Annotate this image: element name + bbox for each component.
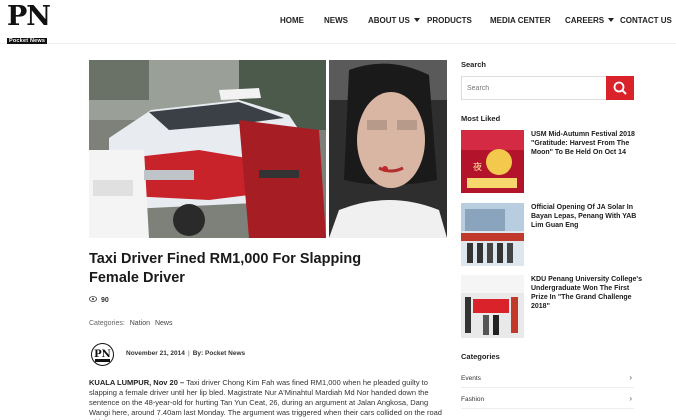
nav-label: MEDIA CENTER (490, 16, 551, 25)
most-liked-item[interactable]: KDU Penang University College's Undergra… (461, 275, 643, 339)
view-count: 90 (88, 296, 109, 304)
search-form (461, 76, 634, 100)
nav-label: NEWS (324, 16, 348, 25)
chevron-down-icon (413, 18, 420, 22)
site-header: PN Pocket News HOME NEWS ABOUT US PRODUC… (0, 0, 676, 44)
most-liked-thumbnail[interactable]: 夜 (461, 130, 524, 193)
lead-location: KUALA LUMPUR, Nov 20 – (89, 378, 185, 387)
logo-subtitle: Pocket News (7, 38, 48, 44)
taxi-crash-image (89, 60, 326, 238)
article-categories: Categories: Nation News (89, 320, 172, 327)
article-photo-taxi (89, 60, 326, 238)
article-meta: November 21, 2014 | By: Pocket News (126, 350, 245, 357)
article-byline: By: Pocket News (192, 350, 246, 357)
search-heading: Search (461, 60, 487, 69)
category-label: Events (461, 375, 481, 382)
search-button[interactable] (606, 76, 634, 100)
meta-separator: | (187, 350, 190, 357)
categories-heading: Categories (461, 352, 500, 361)
nav-item-contact-us[interactable]: CONTACT US (620, 16, 672, 25)
eye-icon (88, 296, 98, 304)
article-photo-victim (329, 60, 447, 238)
categories-label: Categories: (89, 320, 125, 327)
nav-item-media-center[interactable]: MEDIA CENTER (490, 16, 551, 25)
view-count-value: 90 (101, 297, 109, 304)
most-liked-title[interactable]: Official Opening Of JA Solar In Bayan Le… (531, 203, 643, 230)
sidebar-category-fashion[interactable]: Fashion › (461, 393, 634, 409)
author-avatar[interactable]: PN (89, 343, 116, 366)
chevron-right-icon: › (629, 394, 632, 403)
author-row: PN November 21, 2014 | By: Pocket News (89, 343, 429, 367)
nav-label: CONTACT US (620, 16, 672, 25)
most-liked-thumbnail[interactable] (461, 275, 524, 338)
chevron-right-icon: › (629, 373, 632, 382)
most-liked-item[interactable]: Official Opening Of JA Solar In Bayan Le… (461, 203, 641, 267)
category-tag-nation[interactable]: Nation (130, 320, 150, 327)
victim-face-image (329, 60, 447, 238)
nav-item-careers[interactable]: CAREERS (565, 16, 615, 25)
article-body: KUALA LUMPUR, Nov 20 – Taxi driver Chong… (89, 378, 451, 420)
most-liked-title[interactable]: KDU Penang University College's Undergra… (531, 275, 643, 311)
nav-item-products[interactable]: PRODUCTS (427, 16, 472, 25)
most-liked-title[interactable]: USM Mid-Autumn Festival 2018 "Gratitude:… (531, 130, 643, 157)
nav-item-news[interactable]: NEWS (324, 16, 348, 25)
category-tag-news[interactable]: News (155, 320, 173, 327)
svg-text:PN: PN (94, 349, 111, 360)
nav-item-about-us[interactable]: ABOUT US (368, 16, 420, 25)
nav-item-home[interactable]: HOME (280, 16, 304, 25)
article-title: Taxi Driver Fined RM1,000 For Slapping F… (89, 251, 362, 286)
article-date: November 21, 2014 (126, 350, 185, 357)
sidebar-category-events[interactable]: Events › (461, 372, 634, 388)
search-input[interactable] (462, 77, 607, 99)
main-nav: HOME NEWS ABOUT US PRODUCTS MEDIA CENTER… (0, 16, 676, 30)
most-liked-item[interactable]: 夜 USM Mid-Autumn Festival 2018 "Gratitud… (461, 130, 641, 194)
search-icon (613, 81, 627, 95)
most-liked-thumbnail[interactable] (461, 203, 524, 266)
svg-text:夜: 夜 (473, 161, 482, 173)
nav-label: CAREERS (565, 16, 605, 25)
nav-label: PRODUCTS (427, 16, 472, 25)
nav-label: ABOUT US (368, 16, 410, 25)
category-label: Fashion (461, 396, 485, 403)
most-liked-heading: Most Liked (461, 114, 501, 123)
nav-label: HOME (280, 16, 304, 25)
chevron-down-icon (608, 18, 615, 22)
